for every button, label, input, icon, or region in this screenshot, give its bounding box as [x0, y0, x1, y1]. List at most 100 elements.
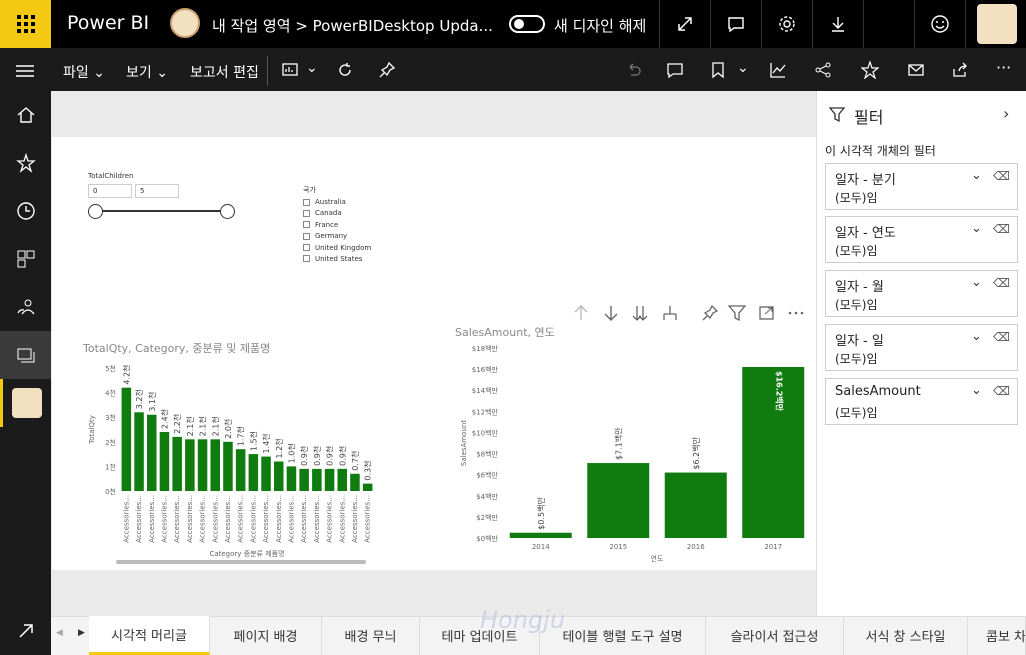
- scroll-right-button[interactable]: ▶: [78, 628, 85, 638]
- y-axis-label: SalesAmount: [460, 420, 468, 466]
- nav-favorites[interactable]: [0, 139, 51, 187]
- page-tab[interactable]: 시각적 머리글: [89, 616, 210, 655]
- checkbox[interactable]: [303, 198, 310, 206]
- filter-card[interactable]: 일자 - 월 (모두)임 ⌄ ⌫: [825, 270, 1018, 317]
- comments-button[interactable]: [661, 56, 689, 84]
- nav-my-workspace[interactable]: [0, 379, 51, 427]
- workspace-avatar: [12, 388, 42, 418]
- country-option[interactable]: France: [303, 221, 371, 232]
- country-option[interactable]: United States: [303, 255, 371, 266]
- collapse-pane-button[interactable]: ›: [1003, 104, 1009, 123]
- nav-workspaces[interactable]: [0, 331, 51, 379]
- eraser-icon[interactable]: ⌫: [993, 330, 1010, 344]
- bookmark-button[interactable]: [704, 56, 732, 84]
- analyze-button[interactable]: [764, 56, 792, 84]
- y-tick-label: $8백만: [476, 450, 498, 459]
- nav-shared[interactable]: [0, 283, 51, 331]
- bar: [172, 436, 182, 491]
- country-option[interactable]: Canada: [303, 209, 371, 220]
- expand-button[interactable]: [659, 0, 710, 48]
- caret-left-icon: ◀: [56, 628, 63, 638]
- eraser-icon[interactable]: ⌫: [993, 276, 1010, 290]
- nav-recent[interactable]: [0, 187, 51, 235]
- file-menu[interactable]: 파일 ⌄: [63, 62, 105, 82]
- x-tick-label: 2015: [609, 543, 627, 551]
- y-tick-label: 1천: [105, 462, 116, 471]
- star-icon: [861, 61, 879, 79]
- slicer-min-input[interactable]: 0: [88, 184, 132, 198]
- checkbox[interactable]: [303, 255, 310, 263]
- favorite-button[interactable]: [856, 56, 884, 84]
- chevron-down-icon[interactable]: ⌄: [971, 329, 982, 344]
- x-tick-label: Accessories...: [148, 495, 156, 543]
- slider-max-handle[interactable]: [220, 204, 235, 219]
- help-button[interactable]: ?: [863, 0, 914, 48]
- page-tab[interactable]: 콤보 차: [968, 616, 1026, 655]
- account-button[interactable]: [965, 0, 1026, 48]
- hamburger-menu-button[interactable]: [16, 63, 34, 77]
- country-option[interactable]: Germany: [303, 232, 371, 243]
- refresh-button[interactable]: [331, 56, 359, 84]
- chevron-down-icon[interactable]: ⌄: [737, 60, 749, 76]
- chevron-down-icon[interactable]: ⌄: [971, 275, 982, 290]
- drill-up-icon[interactable]: [574, 305, 588, 320]
- salesamount-bar-chart[interactable]: SalesAmount, 연도 $0백만 $2백만 $4백만 $6백만 $8백만 $10백만…: [450, 322, 812, 570]
- eraser-icon[interactable]: ⌫: [993, 384, 1010, 398]
- filter-card[interactable]: 일자 - 분기 (모두)임 ⌄ ⌫: [825, 163, 1018, 210]
- nav-home[interactable]: [0, 91, 51, 139]
- download-button[interactable]: [812, 0, 863, 48]
- filter-card[interactable]: SalesAmount (모두)임 ⌄ ⌫: [825, 378, 1018, 425]
- share-button[interactable]: [946, 56, 974, 84]
- x-tick-label: Accessories...: [364, 495, 372, 543]
- y-tick-label: 4천: [105, 389, 116, 398]
- filter-card[interactable]: 일자 - 연도 (모두)임 ⌄ ⌫: [825, 216, 1018, 263]
- chevron-down-icon[interactable]: ⌄: [971, 221, 982, 236]
- pin-visual-icon[interactable]: [702, 304, 719, 321]
- x-tick-label: Accessories...: [199, 495, 207, 543]
- country-option[interactable]: United Kingdom: [303, 244, 371, 255]
- nav-expand[interactable]: [0, 607, 51, 655]
- focus-mode-icon[interactable]: [759, 306, 774, 320]
- undo-button[interactable]: [620, 56, 648, 84]
- slider-min-handle[interactable]: [88, 204, 103, 219]
- country-option[interactable]: Australia: [303, 198, 371, 209]
- checkbox[interactable]: [303, 232, 310, 240]
- scroll-left-button[interactable]: ◀: [56, 628, 63, 638]
- pin-button[interactable]: [373, 56, 401, 84]
- data-label: 1.5천: [248, 431, 258, 451]
- comment-button[interactable]: [710, 0, 761, 48]
- chevron-down-icon[interactable]: ⌄: [306, 60, 318, 76]
- go-next-level-icon[interactable]: [632, 306, 648, 321]
- slicer-max-input[interactable]: 5: [135, 184, 179, 198]
- drill-down-icon[interactable]: [604, 306, 618, 321]
- page-tab[interactable]: 서식 창 스타일: [844, 616, 968, 655]
- totalqty-bar-chart[interactable]: TotalQty, Category, 중분류 및 제품명 0천 1천 2천 3천 4천 5…: [80, 338, 380, 570]
- eraser-icon[interactable]: ⌫: [993, 169, 1010, 183]
- filter-icon[interactable]: [727, 305, 747, 322]
- edit-report-button[interactable]: 보고서 편집: [190, 62, 259, 82]
- checkbox[interactable]: [303, 221, 310, 229]
- page-tab[interactable]: 페이지 배경: [210, 616, 322, 655]
- insights-button[interactable]: [276, 56, 304, 84]
- feedback-button[interactable]: [914, 0, 965, 48]
- more-options-button[interactable]: ···: [996, 58, 1011, 77]
- lineage-button[interactable]: [809, 56, 837, 84]
- filter-card[interactable]: 일자 - 일 (모두)임 ⌄ ⌫: [825, 324, 1018, 371]
- page-tab[interactable]: 슬라이서 접근성: [706, 616, 844, 655]
- checkbox[interactable]: [303, 209, 310, 217]
- eraser-icon[interactable]: ⌫: [993, 222, 1010, 236]
- app-title[interactable]: Power BI: [67, 12, 149, 34]
- settings-button[interactable]: [761, 0, 812, 48]
- app-launcher-button[interactable]: [0, 0, 51, 48]
- chevron-down-icon[interactable]: ⌄: [971, 168, 982, 183]
- subscribe-button[interactable]: [902, 56, 930, 84]
- nav-apps[interactable]: [0, 235, 51, 283]
- new-design-toggle[interactable]: [509, 15, 545, 33]
- breadcrumb[interactable]: 내 작업 영역 > PowerBIDesktop Upda...: [212, 15, 493, 36]
- more-options-icon[interactable]: [788, 311, 804, 315]
- view-menu[interactable]: 보기 ⌄: [126, 62, 168, 82]
- expand-hierarchy-icon[interactable]: [663, 306, 677, 320]
- chevron-down-icon[interactable]: ⌄: [971, 383, 982, 398]
- checkbox[interactable]: [303, 244, 310, 252]
- page-tab[interactable]: 배경 무늬: [322, 616, 420, 655]
